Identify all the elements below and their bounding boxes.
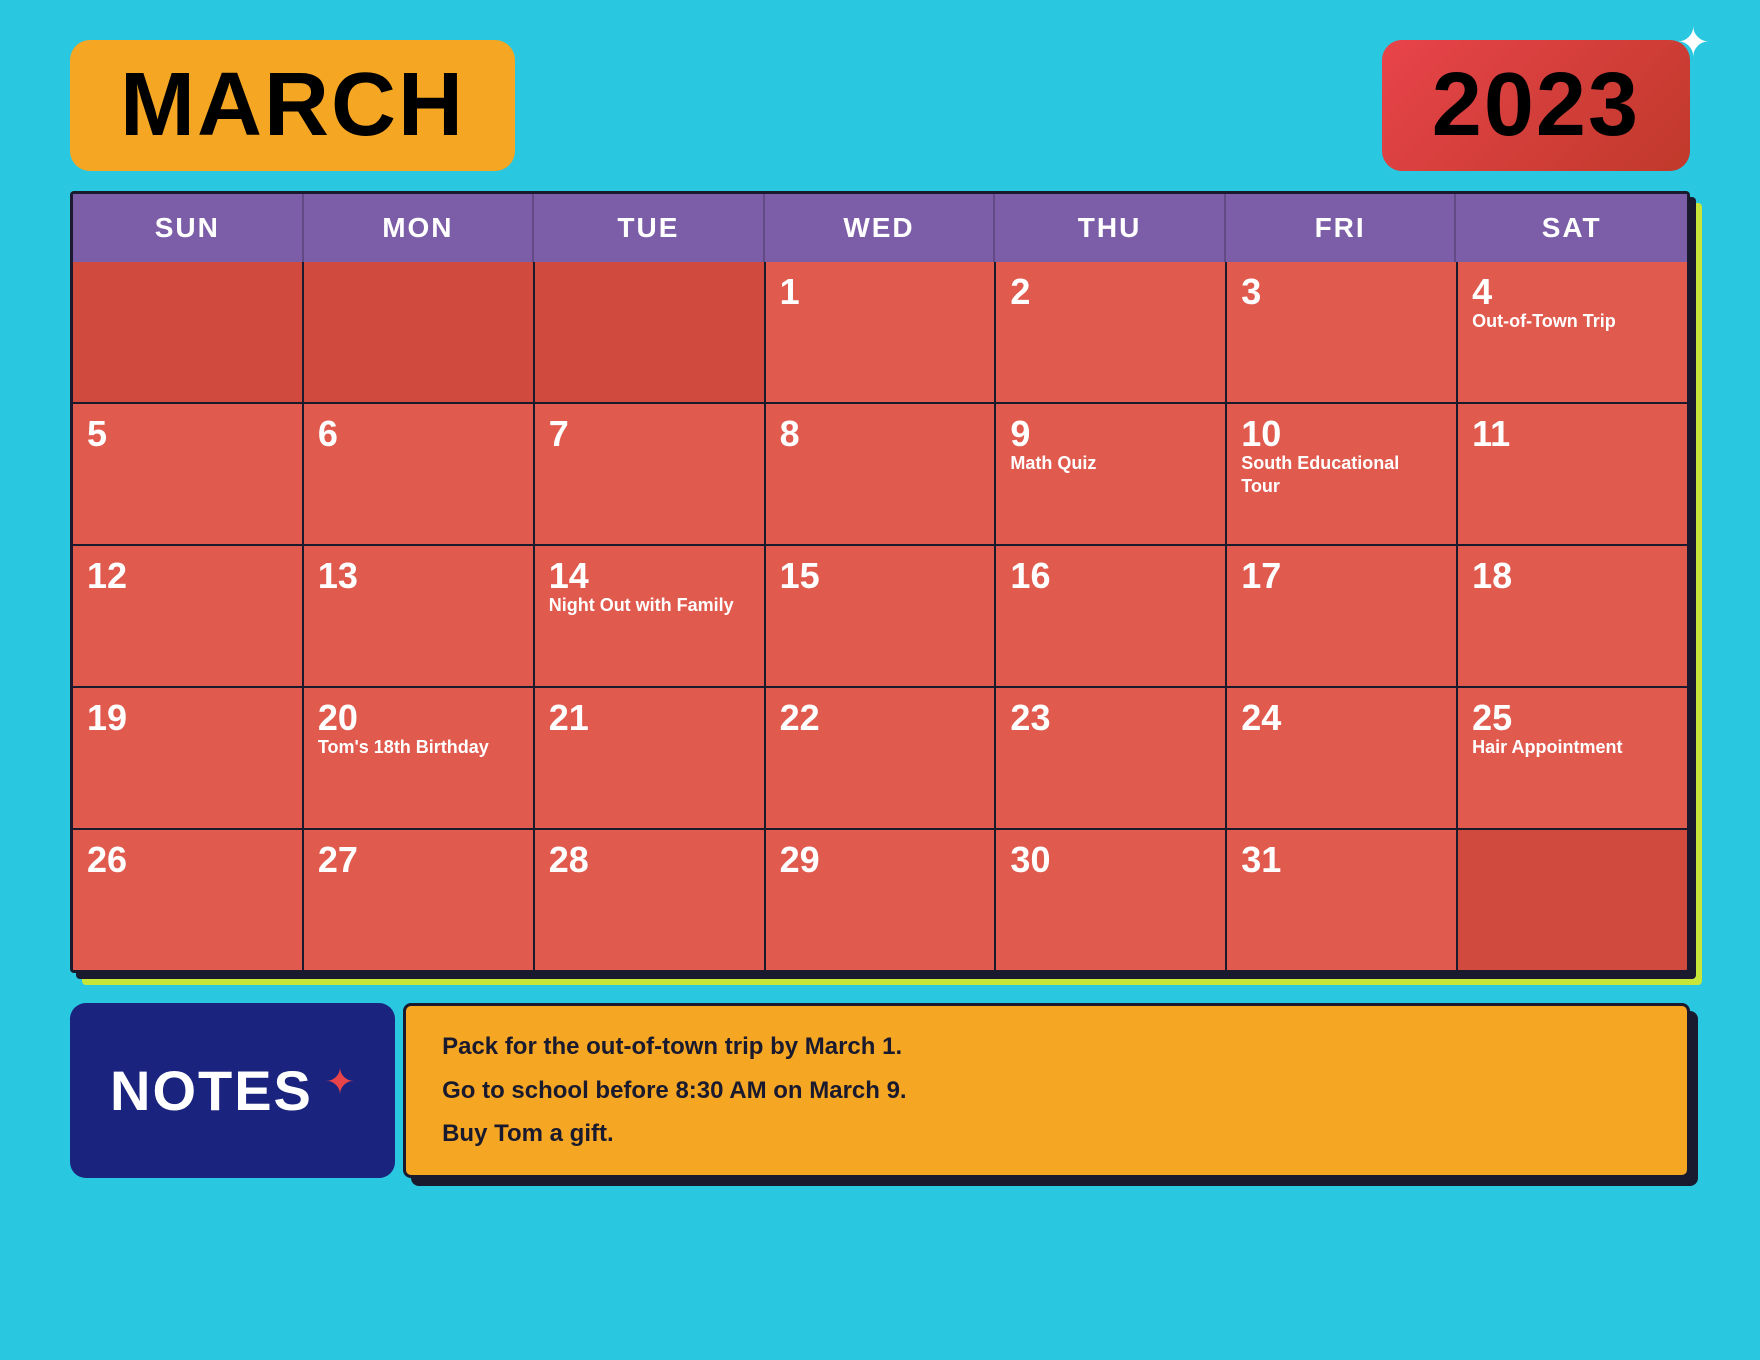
cell-date: 7 (549, 416, 750, 452)
calendar-cell: 12 (73, 546, 302, 686)
cell-date: 29 (780, 842, 981, 878)
calendar-cell: 25Hair Appointment (1458, 688, 1687, 828)
cell-date: 12 (87, 558, 288, 594)
calendar-cell: 21 (535, 688, 764, 828)
day-header-wed: WED (765, 194, 996, 262)
cell-date: 22 (780, 700, 981, 736)
calendar-cell: 16 (996, 546, 1225, 686)
calendar-cell: 30 (996, 830, 1225, 970)
cell-date: 30 (1010, 842, 1211, 878)
month-badge: MARCH (70, 40, 515, 171)
calendar-cell: 28 (535, 830, 764, 970)
calendar-cell (73, 262, 302, 402)
cell-event: Math Quiz (1010, 453, 1096, 473)
cell-date: 9 (1010, 416, 1211, 452)
calendar-cell: 5 (73, 404, 302, 544)
notes-label: NOTES (110, 1058, 313, 1123)
calendar-cell: 26 (73, 830, 302, 970)
calendar-cell: 6 (304, 404, 533, 544)
calendar-cell: 29 (766, 830, 995, 970)
calendar-cell: 9Math Quiz (996, 404, 1225, 544)
year-badge-wrapper: 2023 ✦ (1382, 40, 1690, 171)
cell-date: 25 (1472, 700, 1673, 736)
calendar-cell: 23 (996, 688, 1225, 828)
calendar-cell: 22 (766, 688, 995, 828)
cell-date: 13 (318, 558, 519, 594)
calendar-grid: 1234Out-of-Town Trip56789Math Quiz10Sout… (73, 262, 1687, 970)
cell-date: 18 (1472, 558, 1673, 594)
cell-date: 27 (318, 842, 519, 878)
calendar-cell: 7 (535, 404, 764, 544)
year-badge: 2023 (1382, 40, 1690, 171)
day-header-sun: SUN (73, 194, 304, 262)
notes-section: NOTES ✦ Pack for the out-of-town trip by… (70, 1003, 1690, 1178)
day-header-tue: TUE (534, 194, 765, 262)
notes-sparkle-icon: ✦ (325, 1061, 355, 1103)
header: MARCH 2023 ✦ (60, 40, 1700, 171)
calendar-cell: 24 (1227, 688, 1456, 828)
calendar: SUN MON TUE WED THU FRI SAT 1234Out-of-T… (70, 191, 1690, 973)
cell-event: Tom's 18th Birthday (318, 737, 489, 757)
calendar-cell: 4Out-of-Town Trip (1458, 262, 1687, 402)
calendar-cell: 17 (1227, 546, 1456, 686)
calendar-cell: 14Night Out with Family (535, 546, 764, 686)
notes-item: Pack for the out-of-town trip by March 1… (442, 1030, 1651, 1064)
cell-date: 28 (549, 842, 750, 878)
cell-date: 1 (780, 274, 981, 310)
calendar-cell: 18 (1458, 546, 1687, 686)
notes-content-wrapper: Pack for the out-of-town trip by March 1… (403, 1003, 1690, 1178)
cell-date: 16 (1010, 558, 1211, 594)
cell-date: 2 (1010, 274, 1211, 310)
calendar-cell: 15 (766, 546, 995, 686)
cell-date: 6 (318, 416, 519, 452)
cell-date: 31 (1241, 842, 1442, 878)
notes-item: Go to school before 8:30 AM on March 9. (442, 1074, 1651, 1108)
calendar-cell (1458, 830, 1687, 970)
day-header-fri: FRI (1226, 194, 1457, 262)
cell-date: 10 (1241, 416, 1442, 452)
calendar-cell: 13 (304, 546, 533, 686)
sparkle-icon: ✦ (1676, 20, 1710, 66)
day-header-mon: MON (304, 194, 535, 262)
day-header-sat: SAT (1456, 194, 1687, 262)
notes-badge: NOTES ✦ (70, 1003, 395, 1178)
day-headers: SUN MON TUE WED THU FRI SAT (73, 194, 1687, 262)
cell-date: 8 (780, 416, 981, 452)
cell-date: 21 (549, 700, 750, 736)
cell-date: 4 (1472, 274, 1673, 310)
cell-event: Hair Appointment (1472, 737, 1622, 757)
notes-item: Buy Tom a gift. (442, 1117, 1651, 1151)
calendar-cell: 20Tom's 18th Birthday (304, 688, 533, 828)
cell-date: 17 (1241, 558, 1442, 594)
notes-content: Pack for the out-of-town trip by March 1… (403, 1003, 1690, 1178)
cell-event: Out-of-Town Trip (1472, 311, 1616, 331)
cell-date: 14 (549, 558, 750, 594)
cell-date: 11 (1472, 416, 1673, 452)
calendar-cell: 19 (73, 688, 302, 828)
calendar-cell: 1 (766, 262, 995, 402)
page-container: MARCH 2023 ✦ SUN MON TUE WED THU FRI SAT… (0, 0, 1760, 1360)
calendar-cell: 3 (1227, 262, 1456, 402)
cell-date: 24 (1241, 700, 1442, 736)
calendar-cell: 27 (304, 830, 533, 970)
cell-event: South Educational Tour (1241, 453, 1399, 496)
calendar-cell: 8 (766, 404, 995, 544)
calendar-cell (304, 262, 533, 402)
cell-date: 23 (1010, 700, 1211, 736)
calendar-cell: 11 (1458, 404, 1687, 544)
cell-date: 19 (87, 700, 288, 736)
day-header-thu: THU (995, 194, 1226, 262)
cell-date: 15 (780, 558, 981, 594)
cell-date: 26 (87, 842, 288, 878)
cell-event: Night Out with Family (549, 595, 734, 615)
cell-date: 20 (318, 700, 519, 736)
calendar-wrapper: SUN MON TUE WED THU FRI SAT 1234Out-of-T… (70, 191, 1690, 973)
calendar-cell (535, 262, 764, 402)
cell-date: 5 (87, 416, 288, 452)
calendar-cell: 2 (996, 262, 1225, 402)
calendar-cell: 31 (1227, 830, 1456, 970)
calendar-cell: 10South Educational Tour (1227, 404, 1456, 544)
cell-date: 3 (1241, 274, 1442, 310)
